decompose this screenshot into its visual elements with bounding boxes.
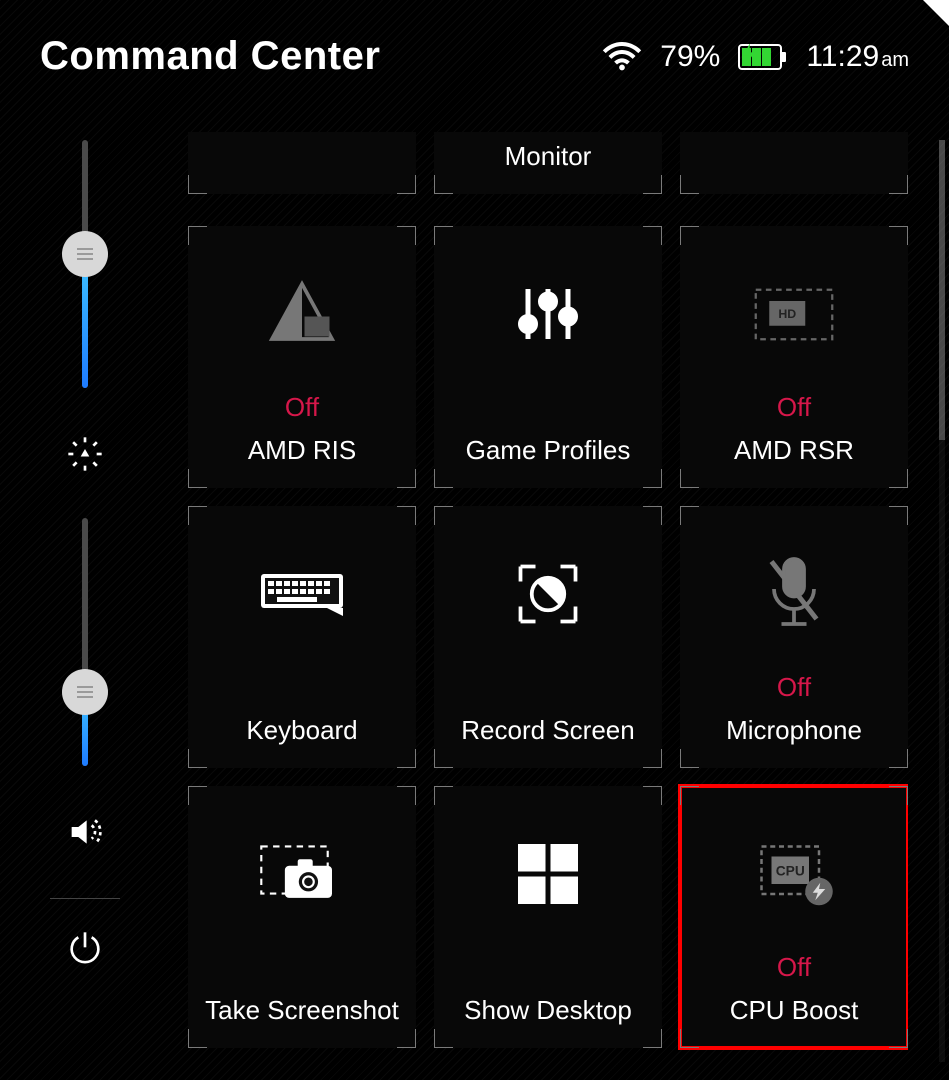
tile-title: Monitor — [495, 141, 602, 172]
tile-microphone[interactable]: Off Microphone — [680, 506, 908, 768]
tile-title: AMD RIS — [238, 435, 366, 466]
power-icon[interactable] — [65, 929, 105, 969]
battery-icon — [738, 44, 788, 70]
clock: 11:29am — [806, 40, 909, 74]
keyboard-icon — [188, 554, 416, 634]
tile-show-desktop[interactable]: Show Desktop — [434, 786, 662, 1048]
svg-text:CPU: CPU — [776, 863, 805, 878]
show-desktop-icon — [434, 834, 662, 914]
tile-monitor[interactable]: Monitor — [434, 132, 662, 194]
app-title: Command Center — [40, 34, 380, 79]
tile-title: Game Profiles — [456, 435, 641, 466]
tile-record-screen[interactable]: Record Screen — [434, 506, 662, 768]
tile-title: Record Screen — [451, 715, 644, 746]
tile-amd-ris[interactable]: Off AMD RIS — [188, 226, 416, 488]
tile-title: Show Desktop — [454, 995, 642, 1026]
tile-take-screenshot[interactable]: Take Screenshot — [188, 786, 416, 1048]
tile-status: Off — [777, 952, 811, 983]
amd-ris-icon — [188, 274, 416, 354]
tile-peek-left[interactable] — [188, 132, 416, 194]
svg-text:HD: HD — [778, 306, 796, 320]
tile-status: Off — [777, 672, 811, 703]
game-profiles-icon — [434, 274, 662, 354]
microphone-icon — [680, 554, 908, 634]
tile-status: Off — [777, 392, 811, 423]
battery-percent: 79% — [660, 40, 720, 74]
volume-icon — [65, 812, 105, 852]
tile-title: Microphone — [716, 715, 872, 746]
volume-slider[interactable] — [82, 518, 88, 766]
tile-title: AMD RSR — [724, 435, 864, 466]
record-screen-icon — [434, 554, 662, 634]
take-screenshot-icon — [188, 834, 416, 914]
tile-title: Keyboard — [236, 715, 367, 746]
scrollbar[interactable] — [939, 140, 945, 1062]
tile-keyboard[interactable]: Keyboard — [188, 506, 416, 768]
volume-slider-handle[interactable] — [62, 669, 108, 715]
tile-amd-rsr[interactable]: HD Off AMD RSR — [680, 226, 908, 488]
cpu-boost-icon: CPU — [680, 834, 908, 914]
amd-rsr-icon: HD — [680, 274, 908, 354]
tile-peek-right[interactable] — [680, 132, 908, 194]
brightness-icon — [65, 434, 105, 474]
tile-status: Off — [285, 392, 319, 423]
brightness-slider-handle[interactable] — [62, 231, 108, 277]
brightness-slider[interactable] — [82, 140, 88, 388]
tile-title: Take Screenshot — [195, 995, 409, 1026]
tile-cpu-boost[interactable]: CPU Off CPU Boost — [680, 786, 908, 1048]
tile-title: CPU Boost — [720, 995, 869, 1026]
wifi-icon — [602, 37, 642, 77]
tile-game-profiles[interactable]: Game Profiles — [434, 226, 662, 488]
